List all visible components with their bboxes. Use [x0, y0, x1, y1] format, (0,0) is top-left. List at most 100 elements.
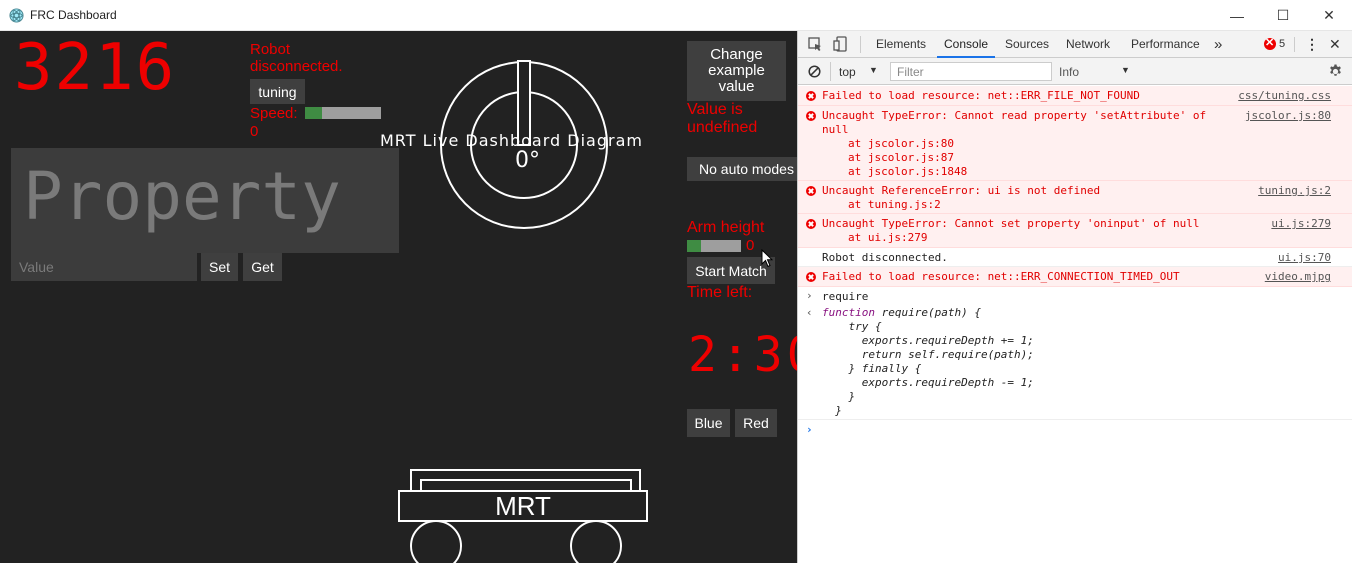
- minimize-button[interactable]: —: [1214, 0, 1260, 31]
- message-source-link[interactable]: jscolor.js:80: [1245, 109, 1331, 122]
- console-input-echo: › require: [798, 287, 1352, 306]
- context-select[interactable]: top ▼: [839, 65, 881, 79]
- stack-frame[interactable]: at jscolor.js:1848: [848, 165, 967, 178]
- red-alliance-button[interactable]: Red: [735, 409, 777, 437]
- tab-performance[interactable]: Performance: [1131, 31, 1200, 58]
- get-button[interactable]: Get: [243, 253, 282, 281]
- stack-frame[interactable]: at ui.js:279: [848, 231, 927, 244]
- close-button[interactable]: ✕: [1306, 0, 1352, 31]
- filter-placeholder: Filter: [897, 65, 924, 79]
- result-line: }: [822, 390, 856, 403]
- console-prompt[interactable]: ›: [798, 421, 1352, 441]
- tab-sources[interactable]: Sources: [1005, 31, 1049, 58]
- context-value: top: [839, 65, 856, 79]
- arm-bar[interactable]: [687, 240, 741, 252]
- chevron-down-icon: ▼: [1121, 65, 1130, 75]
- property-box[interactable]: Property: [11, 148, 399, 253]
- message-text: Uncaught TypeError: Cannot set property …: [822, 217, 1200, 230]
- set-button[interactable]: Set: [201, 253, 238, 281]
- dashboard-panel: 3216 Robot disconnected. tuning Speed: 0…: [0, 31, 797, 563]
- arm-bar-fill: [687, 240, 701, 252]
- robot-label: MRT: [495, 491, 551, 521]
- auto-select[interactable]: No auto modes: [687, 157, 797, 181]
- console-message-log: Robot disconnected. ui.js:70: [798, 248, 1352, 267]
- window-title: FRC Dashboard: [30, 8, 117, 22]
- window-titlebar: FRC Dashboard — ☐ ✕: [0, 0, 1352, 31]
- property-placeholder: Property: [23, 158, 341, 235]
- message-text: Failed to load resource: net::ERR_FILE_N…: [822, 89, 1140, 102]
- example-value: Value is undefined: [687, 101, 758, 136]
- chevron-right-icon: ›: [806, 289, 813, 302]
- filter-input[interactable]: Filter: [890, 62, 1052, 81]
- more-tabs-button[interactable]: »: [1214, 31, 1222, 58]
- minimize-icon: —: [1230, 7, 1244, 24]
- result-line: return self.require(path);: [822, 348, 1034, 361]
- result-line: exports.requireDepth -= 1;: [822, 376, 1034, 389]
- mouse-cursor-icon: [761, 249, 773, 268]
- input-text: require: [822, 290, 869, 303]
- team-number: 3216: [14, 31, 177, 105]
- error-count-icon: ✕: [1264, 37, 1276, 50]
- message-source-link[interactable]: ui.js:70: [1278, 251, 1331, 264]
- function-keyword: function: [822, 306, 875, 319]
- toolbar-divider: [830, 62, 831, 81]
- result-arrow-icon: ‹: [806, 306, 813, 319]
- console-message-error: Failed to load resource: net::ERR_FILE_N…: [798, 86, 1352, 106]
- message-source-link[interactable]: ui.js:279: [1271, 217, 1331, 230]
- tab-elements[interactable]: Elements: [876, 31, 926, 58]
- stack-frame[interactable]: at jscolor.js:87: [848, 151, 954, 164]
- tab-divider: [860, 36, 861, 53]
- console-output: Failed to load resource: net::ERR_FILE_N…: [798, 86, 1352, 563]
- console-message-error: Uncaught TypeError: Cannot set property …: [798, 214, 1352, 248]
- kebab-menu-icon[interactable]: ⋮: [1305, 31, 1319, 58]
- result-line: function require(path) {: [822, 306, 981, 319]
- message-text: Uncaught TypeError: Cannot read property…: [822, 109, 1207, 122]
- prompt-icon: ›: [806, 423, 813, 436]
- message-text-cont: null: [822, 123, 849, 136]
- console-message-error: Uncaught ReferenceError: ui is not defin…: [798, 181, 1352, 214]
- value-placeholder: Value: [19, 259, 54, 275]
- devtools-panel: Elements Console Sources Network Perform…: [797, 31, 1352, 563]
- error-count[interactable]: 5: [1279, 31, 1285, 58]
- error-icon: [806, 91, 816, 101]
- error-icon: [806, 186, 816, 196]
- message-source-link[interactable]: css/tuning.css: [1238, 89, 1331, 102]
- result-line: exports.requireDepth += 1;: [822, 334, 1034, 347]
- clear-console-icon[interactable]: [808, 65, 821, 78]
- robot-wheel-left: [410, 520, 462, 563]
- device-toggle-icon[interactable]: [833, 36, 848, 52]
- inspect-icon[interactable]: [808, 37, 823, 52]
- stack-frame[interactable]: at tuning.js:2: [848, 198, 941, 211]
- log-level-select[interactable]: Info ▼: [1059, 65, 1134, 79]
- tuning-button[interactable]: tuning: [250, 79, 305, 104]
- arm-value: 0: [746, 237, 755, 254]
- console-result: ‹ function require(path) { try { exports…: [798, 306, 1352, 420]
- message-text: Uncaught ReferenceError: ui is not defin…: [822, 184, 1101, 197]
- console-toolbar: top ▼ Filter Info ▼: [798, 58, 1352, 85]
- match-timer: 2:30: [688, 327, 797, 383]
- speed-value: 0: [250, 123, 259, 140]
- log-level-value: Info: [1059, 65, 1080, 79]
- maximize-icon: ☐: [1276, 7, 1290, 23]
- robot-wheel-right: [570, 520, 622, 563]
- gyro-value: 0°: [515, 148, 540, 173]
- arm-label: Arm height: [687, 219, 765, 236]
- value-input[interactable]: Value: [11, 253, 197, 281]
- maximize-button[interactable]: ☐: [1260, 0, 1306, 31]
- tab-console[interactable]: Console: [937, 31, 996, 58]
- tab-network[interactable]: Network: [1066, 31, 1110, 58]
- result-line: } finally {: [822, 362, 922, 375]
- stack-frame[interactable]: at jscolor.js:80: [848, 137, 954, 150]
- message-source-link[interactable]: video.mjpg: [1265, 270, 1331, 283]
- chevron-down-icon: ▼: [869, 65, 878, 75]
- speed-label: Speed:: [250, 105, 298, 122]
- result-line: try {: [822, 320, 882, 333]
- console-message-error: Uncaught TypeError: Cannot read property…: [798, 106, 1352, 181]
- message-source-link[interactable]: tuning.js:2: [1258, 184, 1331, 197]
- blue-alliance-button[interactable]: Blue: [687, 409, 730, 437]
- close-devtools-icon[interactable]: ✕: [1329, 31, 1341, 58]
- settings-gear-icon[interactable]: [1328, 64, 1343, 79]
- gyro-title: MRT Live Dashboard Diagram: [380, 131, 644, 150]
- change-value-button[interactable]: Change example value: [687, 41, 786, 101]
- devtools-tabbar: Elements Console Sources Network Perform…: [798, 31, 1352, 58]
